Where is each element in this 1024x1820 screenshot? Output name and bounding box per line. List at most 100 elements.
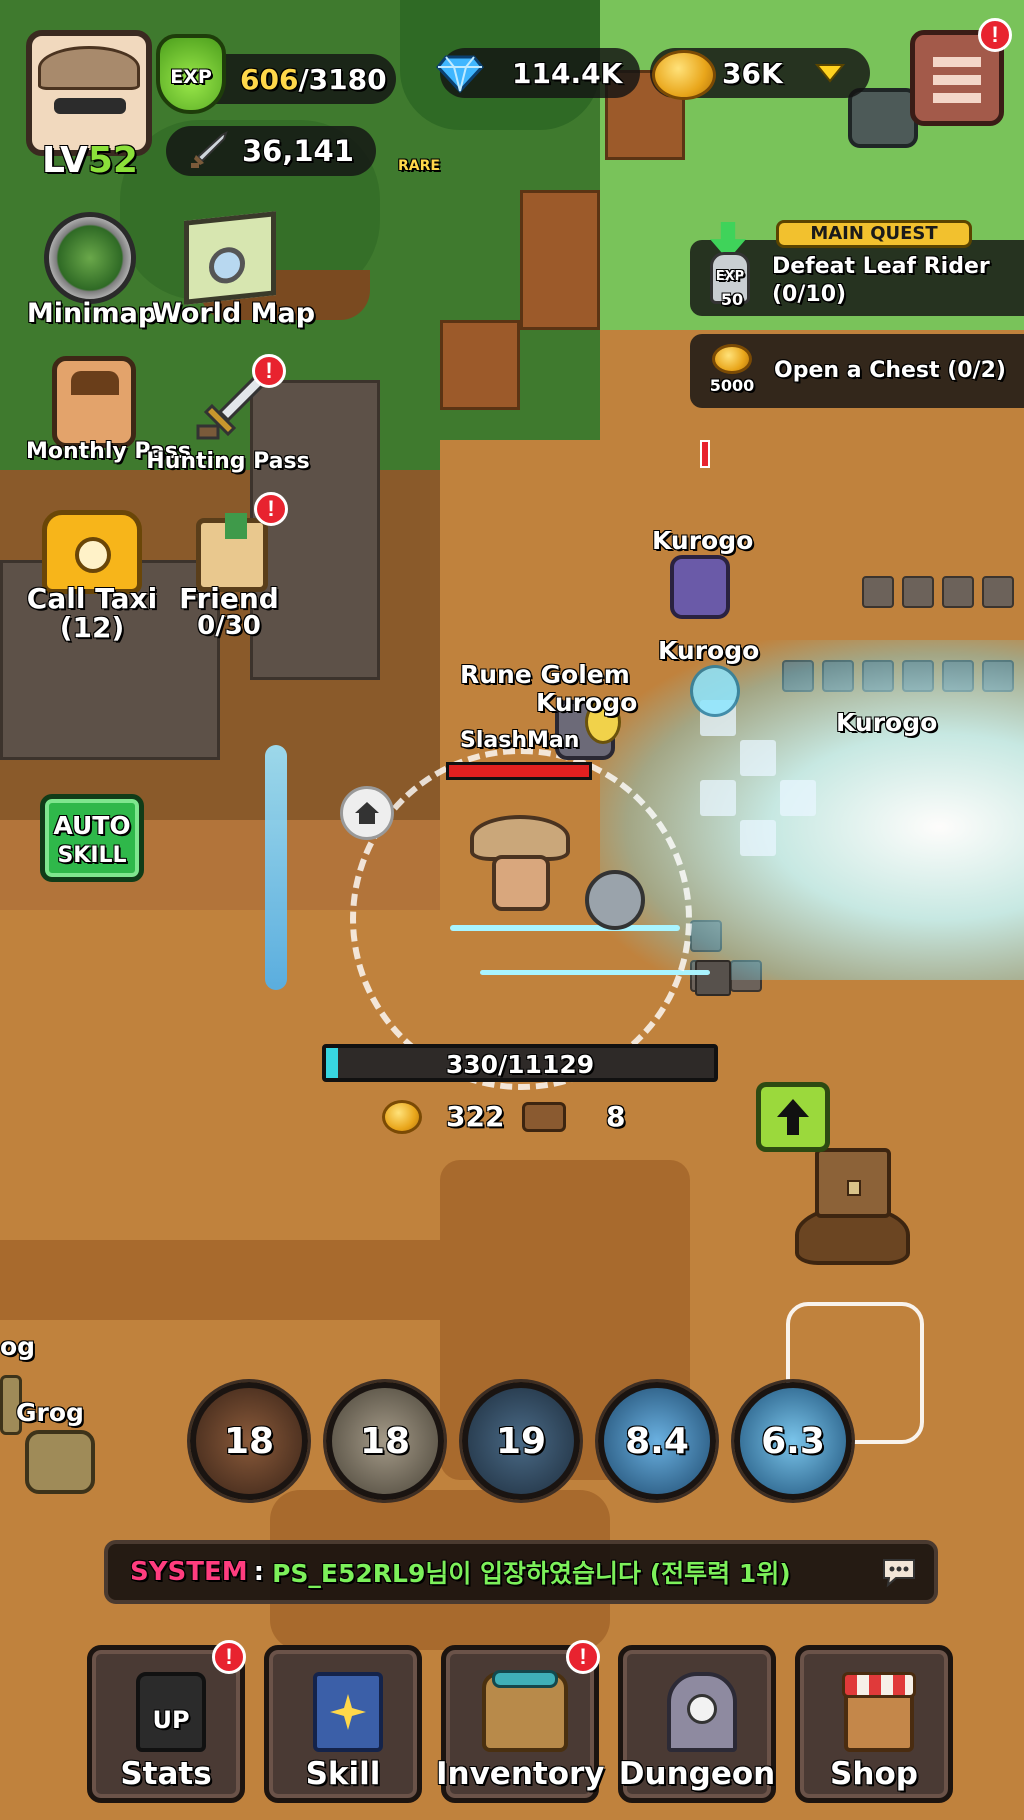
skill-cooldown: 19	[495, 1420, 547, 1462]
skill-cooldown: 18	[359, 1420, 411, 1462]
exp-potion-icon: EXP	[156, 34, 226, 114]
main-quest-panel[interactable]: EXP 50 Defeat Leaf Rider (0/10)	[690, 222, 1024, 316]
side-quest-panel[interactable]: 5000 Open a Chest (0/2)	[690, 334, 1024, 408]
wood-loot-value: 8	[606, 1100, 626, 1133]
enemy-name-rune-golem: Rune Golem	[460, 660, 630, 689]
target-hp-bar	[446, 762, 592, 780]
arrow-up-icon	[777, 1099, 809, 1135]
nav-dungeon-label: Dungeon	[618, 1756, 776, 1792]
world-map-label[interactable]: World Map	[152, 299, 315, 328]
shop-stall-icon	[842, 1672, 916, 1752]
exp-icon-label: EXP	[170, 66, 212, 88]
quest1-reward: 50	[720, 290, 744, 309]
diamond-icon	[436, 55, 484, 93]
target-hp-fill	[449, 765, 589, 777]
tree-trunk	[440, 320, 520, 410]
treasure-chest[interactable]	[815, 1148, 891, 1218]
rock	[982, 576, 1014, 608]
rock	[942, 576, 974, 608]
quest2-title: Open a Chest (0/2)	[774, 358, 1006, 383]
skull-icon	[687, 1694, 717, 1724]
phone-dial	[75, 537, 111, 573]
player-name-slashman: SlashMan	[460, 728, 580, 753]
auto-skill-button[interactable]: AUTO SKILL	[40, 794, 144, 882]
skill-cooldown: 18	[223, 1420, 275, 1462]
menu-line	[933, 57, 981, 67]
enemy-name-grog: Grog	[16, 1398, 84, 1427]
enemy-name-kurogo: Kurogo	[658, 636, 760, 665]
backpack-roll	[492, 1670, 558, 1688]
rock	[862, 576, 894, 608]
shop-awning	[842, 1672, 916, 1698]
box-ribbon	[225, 513, 247, 539]
enemy-leaf-rider[interactable]	[848, 88, 918, 148]
skill-slot-3[interactable]: 19	[462, 1382, 580, 1500]
minimap-label[interactable]: Minimap	[22, 299, 162, 328]
avatar-glasses	[54, 98, 126, 114]
chevron-down-icon[interactable]	[814, 63, 845, 83]
skill-slot-5[interactable]: 6.3	[734, 1382, 852, 1500]
home-icon	[355, 802, 379, 824]
nav-skill-button[interactable]: Skill	[264, 1645, 422, 1803]
ice-tile	[780, 780, 816, 816]
skill-cooldown: 8.4	[625, 1420, 689, 1462]
world-map-icon[interactable]	[184, 211, 276, 305]
friend-label[interactable]: Friend 0/30	[164, 584, 294, 641]
monthly-pass-icon[interactable]	[52, 356, 136, 448]
player-weapon	[585, 870, 645, 930]
nav-stats-label: Stats	[120, 1756, 212, 1792]
minimap-icon[interactable]	[44, 212, 136, 304]
nav-shop-label: Shop	[830, 1756, 918, 1792]
nav-skill-label: Skill	[305, 1756, 381, 1792]
player-level: LV52	[42, 140, 138, 181]
nav-shop-button[interactable]: Shop	[795, 1645, 953, 1803]
level-value: 52	[87, 140, 138, 181]
skill-slot-1[interactable]: 18	[190, 1382, 308, 1500]
friend-alert-icon: !	[254, 492, 288, 526]
combat-power-value: 36,141	[242, 134, 354, 168]
system-chat-bar[interactable]: SYSTEM : PS_E52RL9님이 입장하였습니다 (전투력 1위)	[104, 1540, 938, 1604]
friend-box-icon[interactable]	[196, 513, 268, 592]
rock	[902, 576, 934, 608]
quest1-title: Defeat Leaf Rider	[772, 254, 990, 279]
enemy-name-kurogo: Kurogo	[536, 688, 638, 717]
enemy-kurogo[interactable]	[690, 665, 740, 717]
level-up-arrow-button[interactable]	[756, 1082, 830, 1152]
player-avatar[interactable]	[26, 30, 152, 156]
ice-tile	[740, 820, 776, 856]
chat-channel: SYSTEM	[130, 1557, 248, 1587]
nav-dungeon-button[interactable]: Dungeon	[618, 1645, 776, 1803]
skill-book-icon	[313, 1672, 383, 1752]
enemy-name-grog-partial: og	[0, 1332, 36, 1361]
attack-range-circle	[350, 748, 692, 1090]
home-button[interactable]	[340, 786, 394, 840]
enemy-grog[interactable]	[25, 1430, 95, 1494]
stage-progress-text: 330/11129	[445, 1050, 595, 1079]
menu-line	[933, 75, 981, 85]
gold-reward-icon	[712, 344, 752, 374]
player-character[interactable]	[492, 855, 550, 911]
exp-max: /3180	[298, 62, 387, 96]
gold-value: 36K	[722, 56, 783, 90]
ice-tile	[700, 780, 736, 816]
chat-bubble-icon[interactable]	[880, 1556, 918, 1588]
quest-marker	[700, 440, 710, 468]
gold-loot-value: 322	[446, 1100, 505, 1133]
chest-lock	[847, 1180, 861, 1196]
rare-badge: RARE	[398, 158, 440, 174]
exp-current: 606	[240, 62, 299, 96]
quest2-reward: 5000	[709, 376, 755, 395]
hunting-pass-label[interactable]: Hunting Pass	[146, 450, 310, 473]
enemy-name-kurogo: Kurogo	[836, 708, 938, 737]
stage-progress-bar: 330/11129	[322, 1044, 718, 1082]
gold-loot-icon	[382, 1100, 422, 1134]
enemy-kurogo[interactable]	[670, 555, 730, 619]
monthly-pass-label[interactable]: Monthly Pass	[26, 440, 191, 463]
skill-slot-4[interactable]: 8.4	[598, 1382, 716, 1500]
ice-tile	[740, 740, 776, 776]
call-taxi-label[interactable]: Call Taxi (12)	[18, 584, 166, 643]
combat-power-bar: 36,141	[166, 126, 376, 176]
dirt-patch	[0, 1240, 540, 1320]
skill-slot-2[interactable]: 18	[326, 1382, 444, 1500]
gem-counter[interactable]: 114.4K	[436, 48, 640, 98]
